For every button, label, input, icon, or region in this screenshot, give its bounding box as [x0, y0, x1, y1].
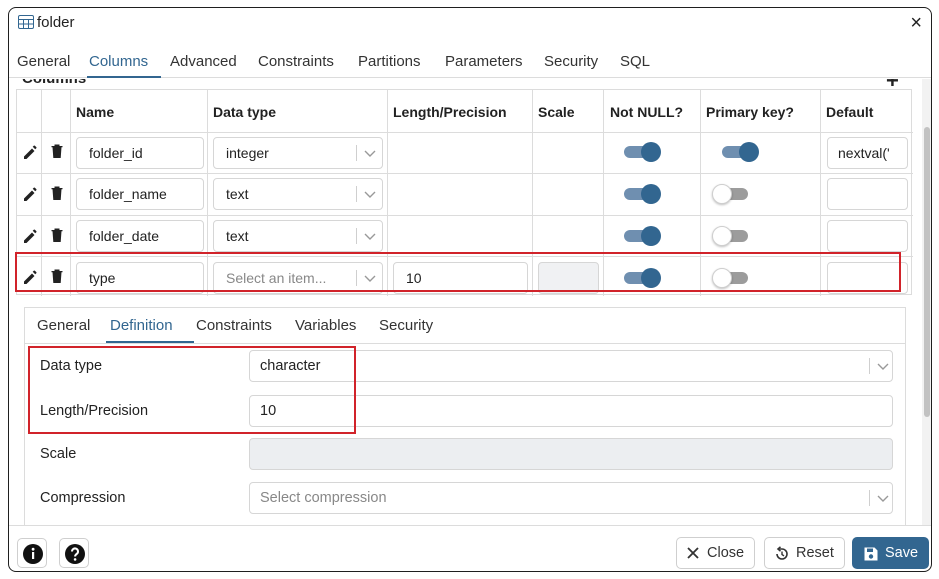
close-button-label: Close — [707, 545, 745, 561]
row-highlight — [15, 252, 901, 292]
columns-section-label: Columns — [22, 79, 86, 87]
title-bar: folder × — [9, 8, 931, 38]
default-value-input[interactable]: nextval(' — [827, 137, 908, 169]
column-name-input[interactable]: folder_id — [76, 137, 204, 169]
edit-icon[interactable] — [22, 144, 38, 160]
chevron-down-icon[interactable] — [876, 359, 890, 373]
delete-icon[interactable] — [49, 227, 65, 243]
help-button[interactable] — [59, 538, 89, 568]
not-null-toggle[interactable] — [622, 225, 662, 247]
table-icon — [18, 15, 34, 29]
scrollbar[interactable] — [922, 79, 931, 525]
select-separator — [356, 228, 357, 244]
header-default: Default — [826, 104, 874, 120]
chevron-down-icon[interactable] — [363, 146, 377, 160]
detail-tab-general[interactable]: General — [37, 317, 90, 334]
header-data-type: Data type — [213, 104, 277, 120]
definition-highlight — [28, 346, 356, 434]
grid-divider — [17, 173, 913, 174]
column-name-input[interactable]: folder_date — [76, 220, 204, 252]
columns-content: Columns + Name Data type Length/Precisio… — [9, 79, 922, 525]
compression-select[interactable]: Select compression — [249, 482, 893, 514]
detail-tab-variables[interactable]: Variables — [295, 317, 356, 334]
active-detail-tab-indicator — [106, 341, 194, 343]
primary-key-toggle[interactable] — [712, 183, 752, 205]
grid-divider — [17, 215, 913, 216]
scale-label: Scale — [40, 446, 77, 462]
info-button[interactable] — [17, 538, 47, 568]
data-type-select[interactable]: integer — [213, 137, 383, 169]
delete-icon[interactable] — [49, 143, 65, 159]
header-scale: Scale — [538, 104, 575, 120]
tab-sql[interactable]: SQL — [620, 53, 650, 70]
detail-tab-security[interactable]: Security — [379, 317, 433, 334]
data-type-select[interactable]: text — [213, 220, 383, 252]
dialog-title: folder — [37, 14, 75, 31]
tab-parameters[interactable]: Parameters — [445, 53, 523, 70]
tab-advanced[interactable]: Advanced — [170, 53, 237, 70]
save-icon — [864, 547, 878, 561]
active-tab-indicator — [87, 76, 161, 78]
chevron-down-icon[interactable] — [876, 491, 890, 505]
not-null-toggle[interactable] — [622, 183, 662, 205]
select-separator — [356, 145, 357, 161]
data-type-value: text — [226, 228, 249, 244]
data-type-select[interactable]: text — [213, 178, 383, 210]
close-x-icon — [687, 547, 699, 559]
column-name-input[interactable]: folder_name — [76, 178, 204, 210]
default-value-input[interactable] — [827, 178, 908, 210]
not-null-toggle[interactable] — [622, 141, 662, 163]
close-icon[interactable]: × — [910, 13, 922, 33]
header-length-precision: Length/Precision — [393, 104, 507, 120]
primary-key-toggle[interactable] — [712, 225, 752, 247]
chevron-down-icon[interactable] — [363, 187, 377, 201]
header-primary-key: Primary key? — [706, 104, 794, 120]
main-tab-bar: General Columns Advanced Constraints Par… — [9, 38, 931, 78]
compression-placeholder: Select compression — [260, 490, 387, 506]
reset-button-label: Reset — [796, 545, 834, 561]
grid-divider — [17, 132, 913, 133]
scrollbar-thumb[interactable] — [924, 127, 930, 417]
detail-tab-bar: General Definition Constraints Variables… — [25, 308, 905, 344]
dialog-footer: Close Reset Save — [9, 525, 931, 571]
select-separator — [869, 490, 870, 506]
tab-general[interactable]: General — [17, 53, 70, 70]
save-button-label: Save — [885, 545, 919, 561]
delete-icon[interactable] — [49, 185, 65, 201]
scale-field — [249, 438, 893, 470]
close-button[interactable]: Close — [676, 537, 755, 569]
compression-label: Compression — [40, 490, 126, 506]
help-icon — [65, 544, 85, 564]
reset-icon — [776, 546, 788, 560]
reset-button[interactable]: Reset — [764, 537, 845, 569]
edit-icon[interactable] — [22, 186, 38, 202]
edit-icon[interactable] — [22, 228, 38, 244]
data-type-value: integer — [226, 145, 269, 161]
data-type-value: text — [226, 186, 249, 202]
default-value-input[interactable] — [827, 220, 908, 252]
table-dialog: folder × General Columns Advanced Constr… — [8, 7, 932, 572]
tab-partitions[interactable]: Partitions — [358, 53, 421, 70]
save-button[interactable]: Save — [852, 537, 929, 569]
header-name: Name — [76, 104, 115, 120]
tab-security[interactable]: Security — [544, 53, 598, 70]
select-separator — [869, 358, 870, 374]
detail-tab-constraints[interactable]: Constraints — [196, 317, 272, 334]
chevron-down-icon[interactable] — [363, 229, 377, 243]
header-not-null: Not NULL? — [610, 104, 684, 120]
tab-constraints[interactable]: Constraints — [258, 53, 334, 70]
select-separator — [356, 186, 357, 202]
tab-columns[interactable]: Columns — [89, 53, 148, 70]
detail-tab-definition[interactable]: Definition — [110, 317, 173, 334]
primary-key-toggle[interactable] — [720, 141, 760, 163]
info-icon — [23, 544, 43, 564]
